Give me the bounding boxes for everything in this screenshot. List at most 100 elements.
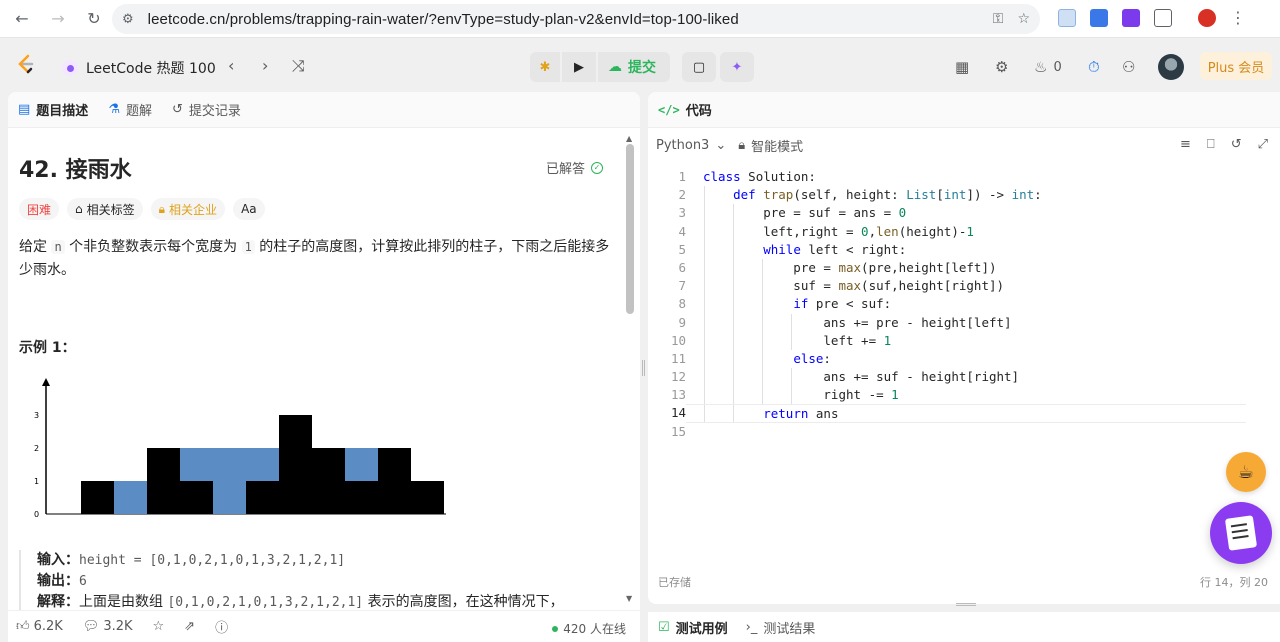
code-line[interactable]: 4 left,right = 0,len(height)-1 (648, 222, 1280, 241)
related-tags-button[interactable]: ⌂ 相关标签 (67, 198, 143, 220)
format-icon[interactable]: ≡ (1180, 137, 1191, 152)
url-text[interactable]: leetcode.cn/problems/trapping-rain-water… (148, 11, 739, 28)
vertical-splitter[interactable] (642, 360, 645, 376)
prev-problem-icon[interactable]: ‹ (228, 56, 234, 75)
extension-icon-2[interactable] (1090, 8, 1108, 27)
extensions-puzzle-icon[interactable] (1154, 8, 1172, 27)
notes-float-button[interactable] (1210, 502, 1272, 564)
flame-icon: ♨ (1034, 58, 1048, 76)
leetcode-logo-icon[interactable] (14, 53, 36, 75)
code-line[interactable]: 1 class Solution: (648, 168, 1280, 186)
editor-toolbar: Python3 ⌄ 🔒︎ 智能模式 ≡ ⎕ ↺ ⤢ (648, 128, 1280, 162)
run-button[interactable]: ▶ (562, 52, 596, 82)
code-line[interactable]: 7 suf = max(suf,height[right]) (648, 277, 1280, 296)
tab-test-result[interactable]: ›_ 测试结果 (746, 618, 816, 637)
code-tab[interactable]: </> 代码 (648, 92, 1280, 128)
comment-icon: 💬︎ (82, 619, 100, 634)
profile-icon[interactable] (1198, 8, 1216, 27)
tab-solutions[interactable]: ⚗ 题解 (108, 100, 152, 119)
code-line[interactable]: 15 (648, 423, 1280, 441)
bookmark-icon[interactable]: ⎕ (1207, 137, 1215, 152)
indent-guide (733, 386, 734, 405)
reload-icon[interactable]: ↻ (80, 5, 108, 33)
line-number: 11 (670, 350, 686, 366)
streak-button[interactable]: ♨ 0 (1034, 58, 1062, 76)
bookmark-star-icon[interactable]: ☆ (1017, 11, 1030, 27)
key-icon[interactable]: ⚿ (993, 11, 1004, 27)
scroll-up-icon[interactable]: ▲ (626, 134, 632, 143)
code-line[interactable]: 3 pre = suf = ans = 0 (648, 204, 1280, 223)
history-icon: ↺ (171, 102, 183, 117)
address-bar[interactable]: ⚙ leetcode.cn/problems/trapping-rain-wat… (112, 4, 1040, 34)
tab-testcase[interactable]: ☑ 测试用例 (658, 618, 728, 637)
code-editor[interactable]: 1 class Solution: 2 def trap(self, height:… (648, 168, 1280, 441)
avatar[interactable] (1158, 54, 1184, 80)
star-icon: ☆ (152, 619, 165, 634)
horizontal-splitter[interactable] (956, 603, 976, 606)
tab-label: 测试用例 (675, 621, 728, 637)
indent-guide (762, 277, 763, 296)
line-number: 13 (670, 387, 686, 403)
elevation-bar (180, 481, 213, 514)
notepad-icon (1224, 515, 1258, 551)
scrollbar-thumb[interactable] (626, 144, 634, 314)
code-line[interactable]: 6 pre = max(pre,height[left]) (648, 258, 1280, 278)
docs-extension-icon[interactable] (1058, 8, 1076, 27)
extension-icon-3[interactable] (1122, 8, 1140, 27)
reset-icon[interactable]: ↺ (1231, 137, 1242, 152)
site-info-icon[interactable]: ⚙ (122, 12, 134, 27)
elevation-bar (312, 448, 345, 514)
smart-mode-toggle[interactable]: 🔒︎ 智能模式 (738, 136, 803, 155)
explain-text: 表示的高度图，在这种情况下， (363, 594, 564, 610)
code-text: while left < right: (686, 240, 906, 259)
like-button[interactable]: 👍︎ 6.2K (16, 619, 63, 634)
code-line[interactable]: 2 def trap(self, height: List[int]) -> i… (648, 186, 1280, 205)
code-line[interactable]: 12 ans += suf - height[right] (648, 368, 1280, 387)
comments-button[interactable]: 💬︎ 3.2K (83, 619, 133, 634)
line-number: 6 (678, 259, 686, 275)
study-plan-link[interactable]: LeetCode 热题 100 (62, 58, 216, 78)
layout-button[interactable]: ▦ (955, 58, 969, 76)
debug-button[interactable]: ✱ (530, 52, 560, 82)
back-icon[interactable]: ← (8, 5, 36, 33)
plus-membership-button[interactable]: Plus 会员 (1200, 52, 1272, 80)
code-text: left,right = 0,len(height)-1 (686, 222, 974, 241)
scroll-down-icon[interactable]: ▼ (626, 594, 632, 603)
forward-icon[interactable]: → (44, 5, 72, 33)
tab-description[interactable]: ▤ 题目描述 (18, 100, 88, 119)
shuffle-icon[interactable]: ⤨ (292, 56, 305, 76)
note-button[interactable]: ▢ (682, 52, 716, 82)
code-line[interactable]: 14 return ans (648, 404, 1280, 423)
related-companies-button[interactable]: 🔒︎ 相关企业 (150, 198, 226, 220)
code-line[interactable]: 8 if pre < suf: (648, 295, 1280, 314)
problem-footer: 👍︎ 6.2K 💬︎ 3.2K ☆ ⇗ ⓘ 420 人在线 (8, 610, 640, 642)
code-line[interactable]: 13 right -= 1 (648, 386, 1280, 405)
invite-button[interactable]: ⚇ (1122, 58, 1135, 76)
share-button[interactable]: ⇗ (184, 619, 195, 634)
code-icon: </> (658, 102, 680, 117)
help-button[interactable]: ⓘ (215, 617, 228, 636)
line-number: 14 (670, 405, 686, 421)
cursor-position: 行 14，列 20 (1200, 576, 1268, 589)
code-line[interactable]: 9 ans += pre - height[left] (648, 313, 1280, 332)
solved-label: 已解答 (546, 162, 586, 177)
code-line[interactable]: 10 left += 1 (648, 331, 1280, 350)
menu-icon[interactable]: ⋮ (1230, 8, 1246, 27)
submit-button[interactable]: ☁ 提交 (598, 52, 670, 82)
indent-guide (704, 258, 705, 278)
expand-icon[interactable]: ⤢ (1258, 137, 1268, 152)
next-problem-icon[interactable]: › (262, 56, 268, 75)
coffee-float-button[interactable]: ☕ (1226, 452, 1266, 492)
desc-text: 个非负整数表示每个宽度为 (64, 239, 242, 255)
code-text: suf = max(suf,height[right]) (686, 277, 1004, 296)
code-line[interactable]: 11 else: (648, 349, 1280, 369)
timer-button[interactable]: ⏱ (1088, 58, 1100, 76)
tab-submissions[interactable]: ↺ 提交记录 (172, 100, 241, 119)
ai-assistant-button[interactable]: ✦ (720, 52, 754, 82)
favorite-button[interactable]: ☆ (153, 619, 165, 634)
sparkle-icon: ✦ (731, 59, 743, 75)
font-size-button[interactable]: Aa (233, 198, 265, 220)
language-select[interactable]: Python3 ⌄ (656, 138, 726, 153)
settings-button[interactable]: ⚙ (995, 58, 1008, 76)
code-line[interactable]: 5 while left < right: (648, 240, 1280, 259)
